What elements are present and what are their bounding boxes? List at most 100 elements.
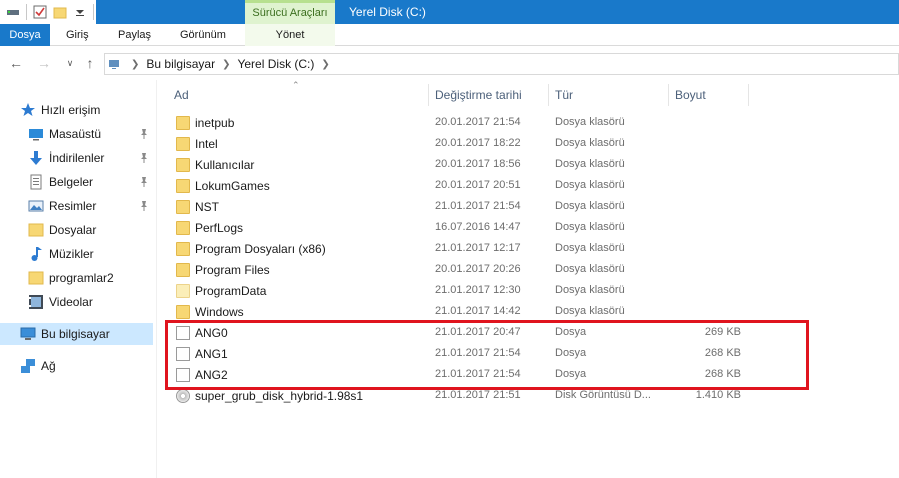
sidebar-item-label: Bu bilgisayar (41, 327, 110, 341)
file-name: LokumGames (195, 179, 270, 193)
file-name: PerfLogs (195, 221, 244, 235)
file-name: inetpub (195, 116, 235, 130)
column-header-type[interactable]: Tür (555, 84, 573, 106)
this-pc-small-icon (109, 60, 119, 69)
pin-icon[interactable] (139, 176, 149, 188)
sidebar-item-this-pc[interactable]: Bu bilgisayar (0, 323, 153, 345)
sidebar-item-dosyalar[interactable]: Dosyalar (28, 219, 153, 241)
file-date: 21.01.2017 21:54 (435, 200, 521, 212)
column-separator[interactable] (668, 84, 669, 106)
file-date: 20.01.2017 20:51 (435, 179, 521, 191)
breadcrumb-chevron-icon[interactable]: ❯ (321, 59, 329, 70)
tab-manage[interactable]: Yönet (245, 24, 335, 46)
breadcrumb: ❯ Bu bilgisayar ❯ Yerel Disk (C:) ❯ (108, 56, 337, 72)
sidebar-item-music[interactable]: Müzikler (28, 243, 153, 265)
breadcrumb-chevron-icon[interactable]: ❯ (131, 59, 139, 70)
sidebar-item-programlar2[interactable]: programlar2 (28, 267, 153, 289)
sidebar-item-network[interactable]: Ağ (20, 355, 173, 377)
file-name: Kullanıcılar (195, 158, 255, 172)
file-row[interactable]: Kullanıcılar 20.01.2017 18:56 Dosya klas… (172, 155, 752, 176)
sidebar-item-videos[interactable]: Videolar (28, 291, 153, 313)
file-size: 1.410 KB (695, 389, 741, 401)
breadcrumb-local-disk[interactable]: Yerel Disk (C:) (237, 57, 314, 71)
sidebar-item-pictures[interactable]: Resimler (28, 195, 153, 217)
back-arrow-icon[interactable]: ← (8, 55, 24, 71)
file-date: 20.01.2017 18:56 (435, 158, 521, 170)
pin-icon[interactable] (139, 152, 149, 164)
title-bar-blue-segment (96, 0, 245, 24)
file-date: 20.01.2017 21:54 (435, 116, 521, 128)
toolbar-separator (93, 4, 94, 20)
properties-icon[interactable] (33, 5, 47, 19)
column-header-size[interactable]: Boyut (675, 84, 706, 106)
up-arrow-icon[interactable]: ↑ (82, 55, 98, 71)
breadcrumb-this-pc[interactable]: Bu bilgisayar (146, 57, 215, 71)
customize-toolbar-icon[interactable] (73, 5, 87, 19)
folder-icon (28, 223, 44, 237)
column-separator[interactable] (428, 84, 429, 106)
sidebar-item-label: İndirilenler (49, 151, 105, 165)
file-row[interactable]: Program Files 20.01.2017 20:26 Dosya kla… (172, 260, 752, 281)
new-folder-icon[interactable] (53, 5, 67, 19)
file-name: Program Files (195, 263, 270, 277)
file-date: 21.01.2017 12:17 (435, 242, 521, 254)
network-icon (21, 359, 35, 373)
file-type: Dosya klasörü (555, 200, 625, 212)
column-separator[interactable] (748, 84, 749, 106)
file-name: super_grub_disk_hybrid-1.98s1 (195, 389, 364, 403)
sidebar-item-label: Videolar (49, 295, 93, 309)
sidebar-item-label: Belgeler (49, 175, 94, 189)
tab-home[interactable]: Giriş (66, 24, 89, 46)
documents-icon (30, 174, 42, 190)
navigation-pane: Hızlı erişim Masaüstü İndirilenler Belge… (0, 86, 156, 478)
tab-view[interactable]: Görünüm (180, 24, 226, 46)
file-type: Dosya klasörü (555, 242, 625, 254)
tab-share[interactable]: Paylaş (118, 24, 151, 46)
file-type: Dosya klasörü (555, 179, 625, 191)
file-name: Windows (195, 305, 244, 319)
file-date: 20.01.2017 20:26 (435, 263, 521, 275)
folder-icon (176, 116, 190, 130)
file-type: Dosya klasörü (555, 263, 625, 275)
star-icon (21, 103, 35, 116)
column-header-modified[interactable]: Değiştirme tarihi (435, 84, 522, 106)
folder-icon (28, 271, 44, 285)
recent-locations-chevron-icon[interactable]: ∨ (62, 55, 78, 71)
pin-icon[interactable] (139, 200, 149, 212)
file-row[interactable]: NST 21.01.2017 21:54 Dosya klasörü (172, 197, 752, 218)
breadcrumb-chevron-icon[interactable]: ❯ (222, 59, 230, 70)
file-name: ProgramData (195, 284, 267, 298)
file-row[interactable]: ProgramData 21.01.2017 12:30 Dosya klasö… (172, 281, 752, 302)
file-row[interactable]: inetpub 20.01.2017 21:54 Dosya klasörü (172, 113, 752, 134)
sidebar-item-label: Müzikler (49, 247, 94, 261)
file-row[interactable]: Program Dosyaları (x86) 21.01.2017 12:17… (172, 239, 752, 260)
music-icon (31, 247, 42, 261)
file-date: 21.01.2017 14:42 (435, 305, 521, 317)
window-title: Yerel Disk (C:) (349, 5, 426, 19)
tab-file[interactable]: Dosya (0, 24, 50, 46)
file-row[interactable]: PerfLogs 16.07.2016 14:47 Dosya klasörü (172, 218, 752, 239)
file-date: 21.01.2017 21:51 (435, 389, 521, 401)
folder-icon (176, 263, 190, 277)
ribbon-tabs: Dosya Giriş Paylaş Görünüm Yönet (0, 24, 899, 46)
sidebar-item-documents[interactable]: Belgeler (28, 171, 153, 193)
file-row[interactable]: Intel 20.01.2017 18:22 Dosya klasörü (172, 134, 752, 155)
file-row[interactable]: LokumGames 20.01.2017 20:51 Dosya klasör… (172, 176, 752, 197)
pane-divider[interactable] (156, 80, 157, 478)
column-separator[interactable] (548, 84, 549, 106)
drive-icon[interactable] (6, 5, 20, 19)
forward-arrow-icon[interactable]: → (36, 55, 52, 71)
highlight-annotation-box (165, 320, 809, 390)
file-date: 21.01.2017 12:30 (435, 284, 521, 296)
sidebar-item-desktop[interactable]: Masaüstü (28, 123, 153, 145)
file-type: Dosya klasörü (555, 284, 625, 296)
file-type: Dosya klasörü (555, 305, 625, 317)
sidebar-item-quick-access[interactable]: Hızlı erişim (20, 99, 173, 121)
sidebar-item-label: Hızlı erişim (41, 103, 101, 117)
file-type: Dosya klasörü (555, 116, 625, 128)
sidebar-item-downloads[interactable]: İndirilenler (28, 147, 153, 169)
file-type: Dosya klasörü (555, 158, 625, 170)
sort-ascending-icon: ⌃ (292, 80, 300, 90)
column-header-name[interactable]: Ad (174, 84, 189, 106)
pin-icon[interactable] (139, 128, 149, 140)
